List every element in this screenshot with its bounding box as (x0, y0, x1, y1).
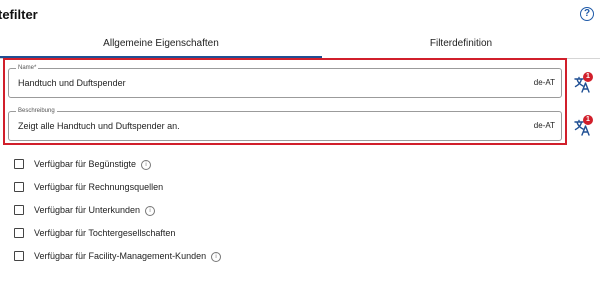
tab-general-properties[interactable]: Allgemeine Eigenschaften (0, 30, 322, 57)
checkbox[interactable] (14, 182, 24, 192)
name-language-code: de-AT (533, 78, 555, 87)
info-icon[interactable]: i (145, 205, 156, 216)
description-field-label: Beschreibung (16, 107, 57, 115)
description-field[interactable]: Beschreibung Zeigt alle Handtuch und Duf… (8, 107, 562, 141)
checkbox-label: Verfügbar für Rechnungsquellen (34, 182, 164, 192)
checkbox-label: Verfügbar für Begünstigte (34, 159, 137, 169)
checkbox[interactable] (14, 228, 24, 238)
checkbox-label: Verfügbar für Facility-Management-Kunden (34, 251, 207, 261)
tab-filter-definition[interactable]: Filterdefinition (322, 30, 600, 57)
description-field-value[interactable]: Zeigt alle Handtuch und Duftspender an. (18, 121, 180, 131)
info-icon[interactable]: i (141, 159, 152, 170)
translate-icon[interactable]: 1 (574, 115, 593, 136)
help-icon[interactable]: ? (580, 7, 594, 21)
checkbox[interactable] (14, 159, 24, 169)
tab-bar: Allgemeine Eigenschaften Filterdefinitio… (0, 30, 600, 59)
description-language-code: de-AT (533, 121, 555, 130)
page-title: tefilter (0, 7, 38, 22)
name-field[interactable]: Name* Handtuch und Duftspender de-AT (8, 64, 562, 98)
name-field-label: Name* (16, 64, 39, 72)
name-field-value[interactable]: Handtuch und Duftspender (18, 78, 126, 88)
checkbox[interactable] (14, 205, 24, 215)
translation-count-badge: 1 (583, 72, 593, 82)
page-header: tefilter ? (0, 0, 600, 30)
translate-icon[interactable]: 1 (574, 72, 593, 93)
translation-count-badge: 1 (583, 115, 593, 125)
checkbox-label: Verfügbar für Unterkunden (34, 205, 141, 215)
checkbox[interactable] (14, 251, 24, 261)
checkbox-label: Verfügbar für Tochtergesellschaften (34, 228, 176, 238)
info-icon[interactable]: i (211, 251, 222, 262)
